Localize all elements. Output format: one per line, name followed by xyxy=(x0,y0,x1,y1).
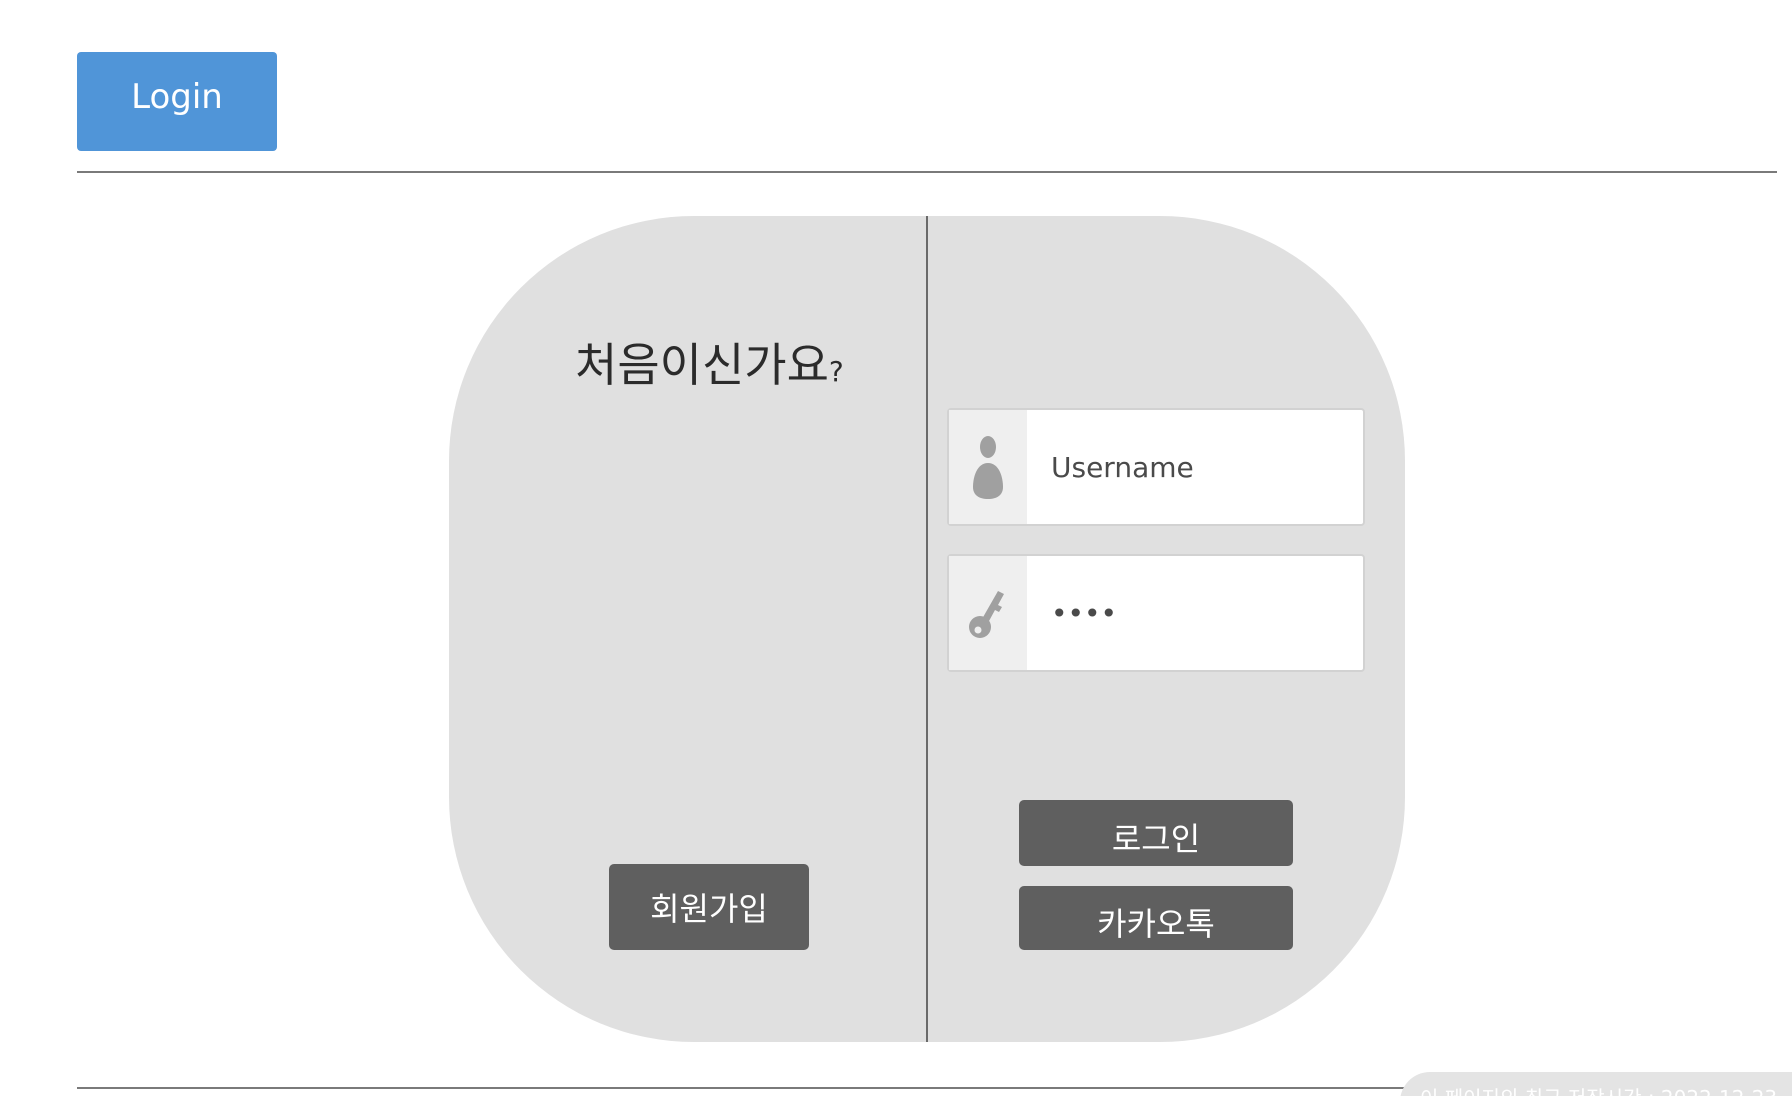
username-field xyxy=(947,408,1365,526)
welcome-heading: 처음이신가요? xyxy=(575,342,844,388)
card-center-divider xyxy=(926,216,928,1042)
welcome-heading-question-mark: ? xyxy=(828,355,844,388)
header-login-button[interactable]: Login xyxy=(77,52,277,151)
key-icon xyxy=(949,556,1027,670)
kakao-login-button[interactable]: 카카오톡 xyxy=(1019,886,1293,950)
login-submit-button[interactable]: 로그인 xyxy=(1019,800,1293,866)
auth-card: 처음이신가요? 회원가입 로그인 카카오 xyxy=(449,216,1405,1042)
signup-button[interactable]: 회원가입 xyxy=(609,864,809,950)
login-page: Login 처음이신가요? 회원가입 Username •••• 로그인 카카오… xyxy=(0,0,1792,1096)
password-input[interactable] xyxy=(1027,556,1363,670)
username-input[interactable] xyxy=(1027,410,1363,524)
user-icon xyxy=(949,410,1027,524)
welcome-heading-text: 처음이신가요 xyxy=(575,338,829,392)
top-divider xyxy=(77,171,1777,173)
last-modified-badge: 이 페이지의 최근 저장시간 : 2022-12-23 xyxy=(1400,1072,1792,1096)
password-field xyxy=(947,554,1365,672)
